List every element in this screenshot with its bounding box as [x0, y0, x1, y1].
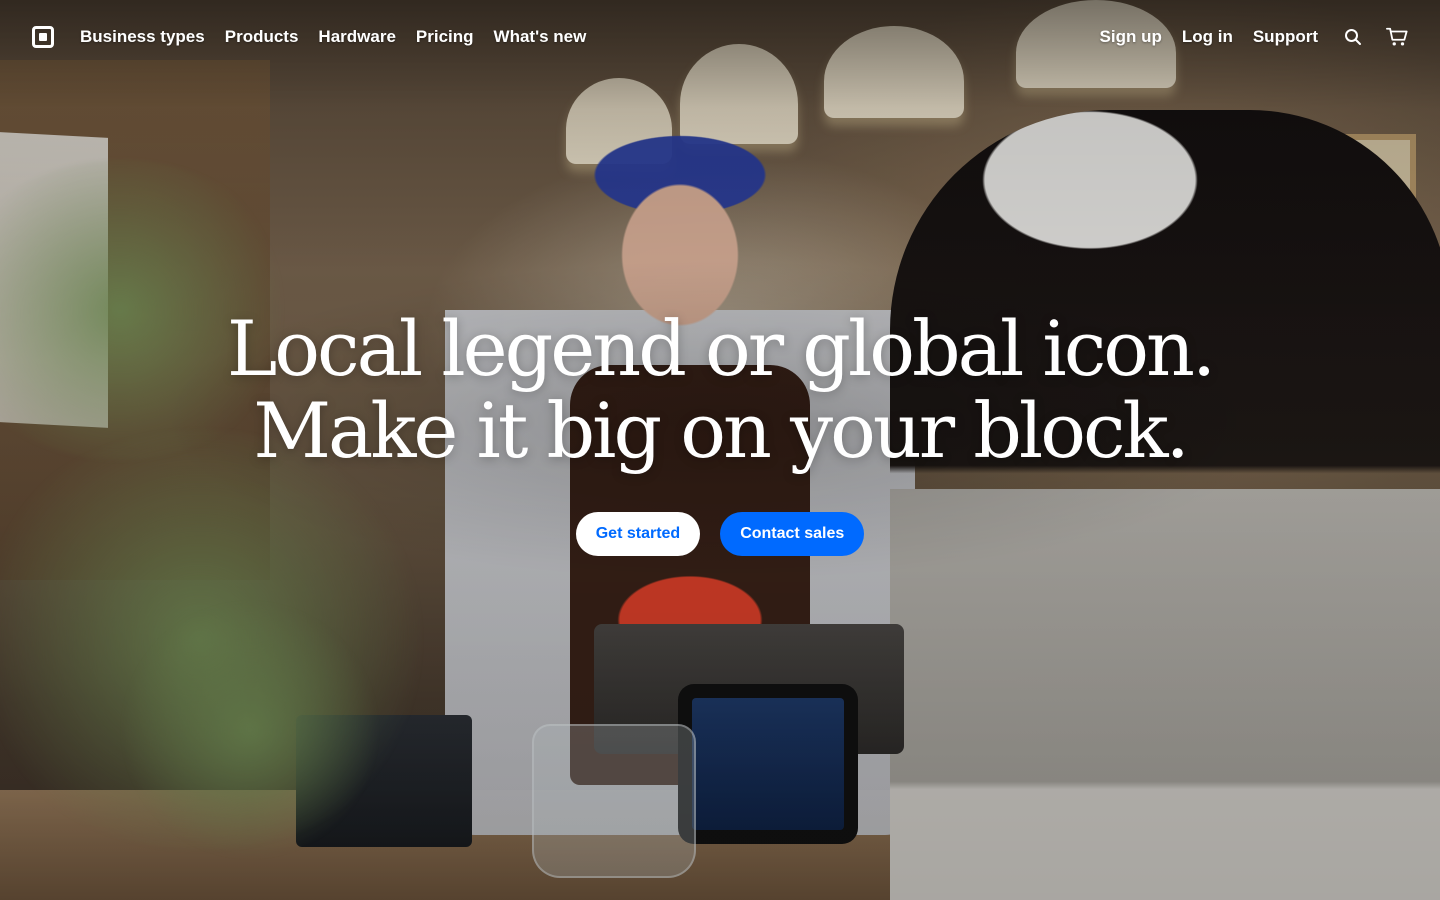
search-icon[interactable] [1342, 26, 1364, 48]
nav-products[interactable]: Products [225, 27, 299, 47]
hero-cta-group: Get started Contact sales [0, 512, 1440, 556]
nav-business-types[interactable]: Business types [80, 27, 205, 47]
get-started-button[interactable]: Get started [575, 512, 701, 556]
top-navigation: Business types Products Hardware Pricing… [0, 0, 1440, 74]
cart-icon[interactable] [1386, 26, 1408, 48]
nav-sign-up[interactable]: Sign up [1100, 27, 1162, 47]
primary-nav: Business types Products Hardware Pricing… [80, 27, 606, 47]
nav-whats-new[interactable]: What's new [494, 27, 587, 47]
square-logo-icon[interactable] [32, 26, 54, 48]
nav-support[interactable]: Support [1253, 27, 1318, 47]
account-nav: Sign up Log in Support [1100, 26, 1408, 48]
contact-sales-button[interactable]: Contact sales [720, 512, 865, 556]
nav-log-in[interactable]: Log in [1182, 27, 1233, 47]
nav-hardware[interactable]: Hardware [318, 27, 395, 47]
headline-line-2: Make it big on your block. [253, 386, 1190, 475]
hero-headline: Local legend or global icon. Make it big… [0, 308, 1440, 472]
hero-section: Local legend or global icon. Make it big… [0, 308, 1440, 556]
headline-line-1: Local legend or global icon. [226, 304, 1216, 393]
nav-pricing[interactable]: Pricing [416, 27, 474, 47]
